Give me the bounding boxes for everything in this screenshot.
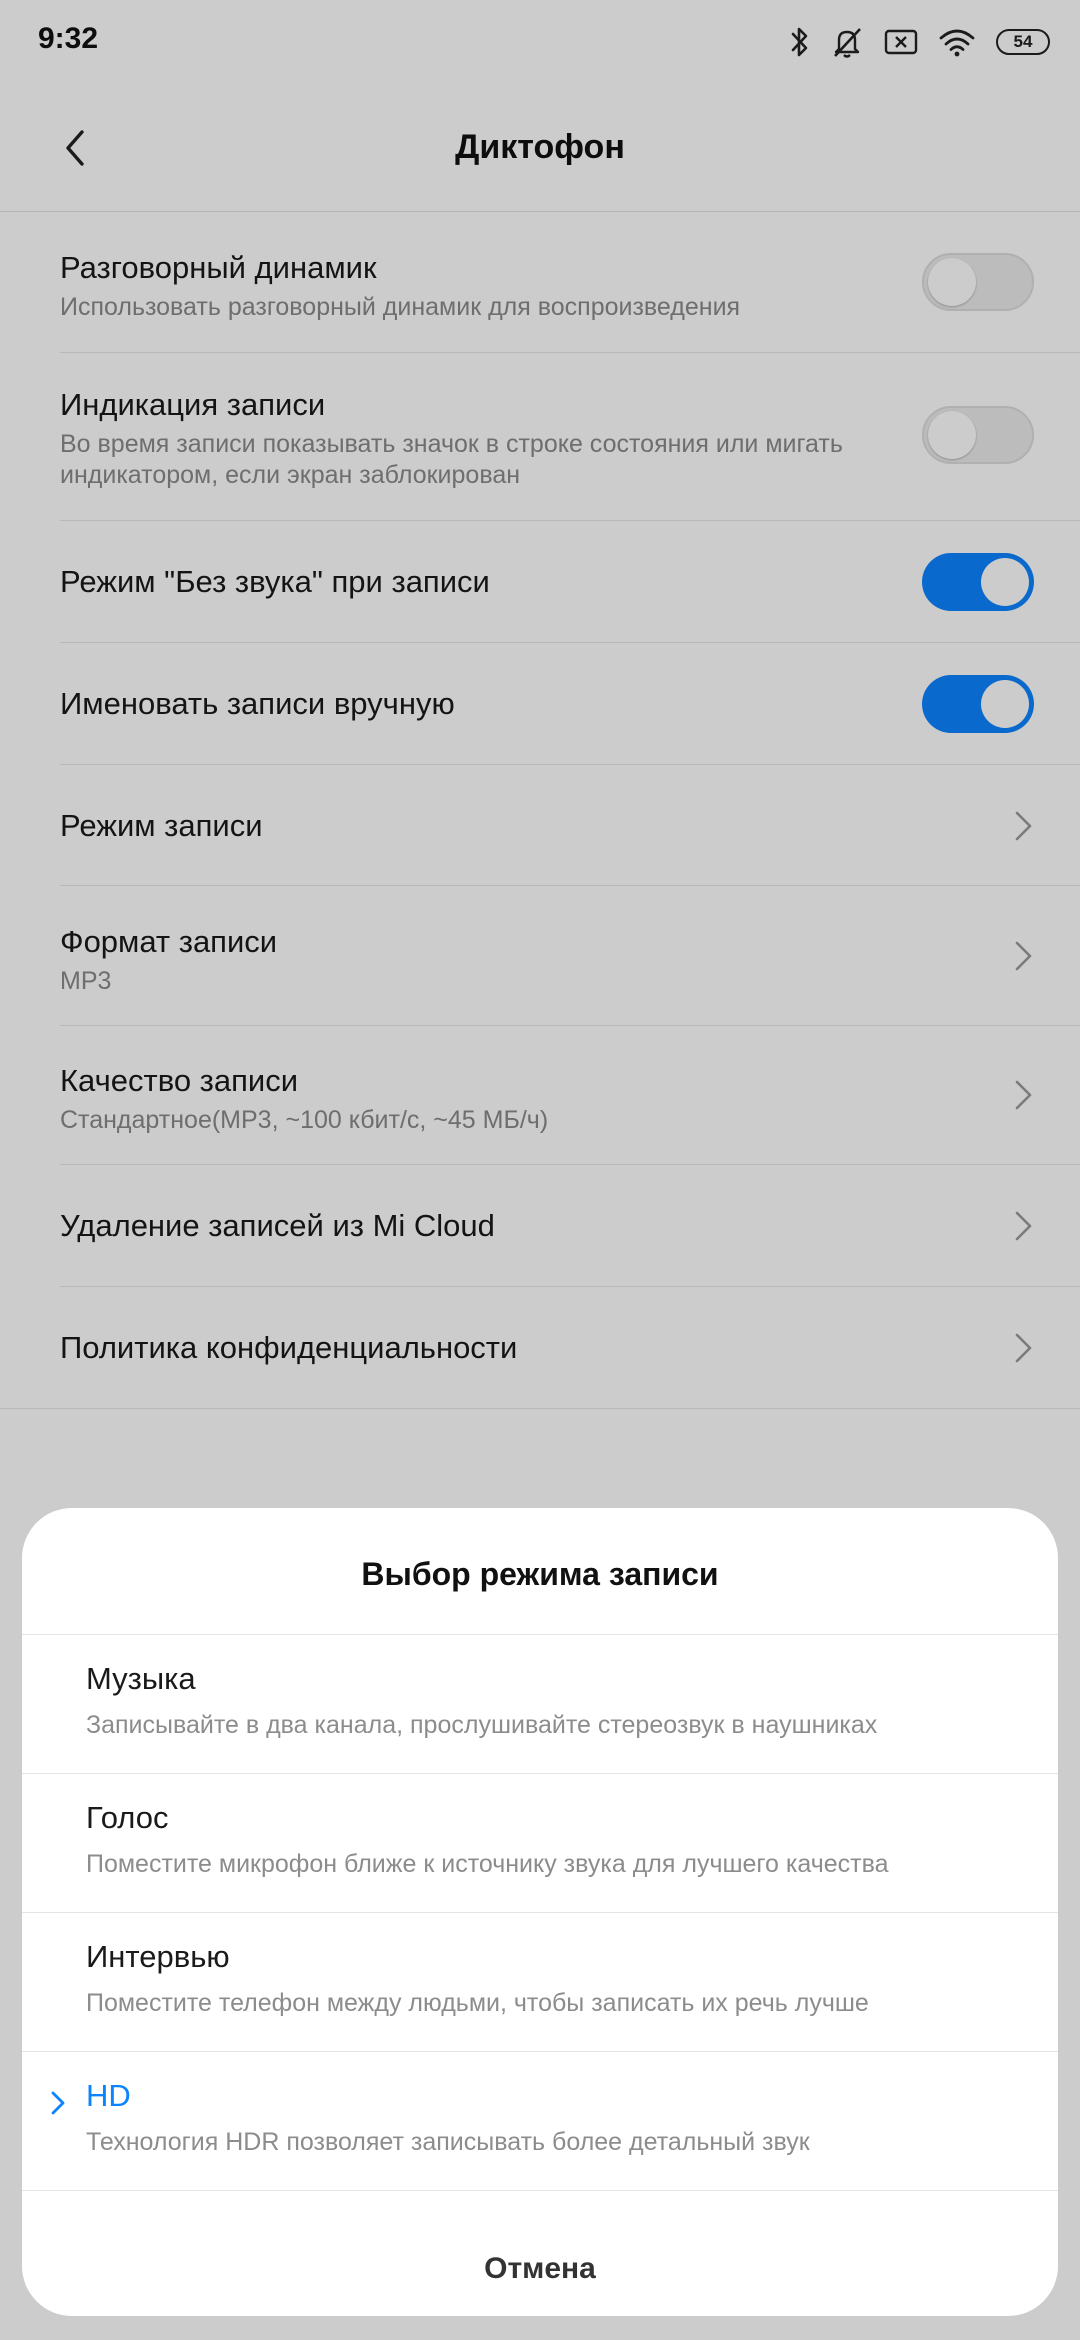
mode-option-hd[interactable]: HD Технология HDR позволяет записывать б… <box>22 2052 1058 2190</box>
option-title: HD <box>86 2078 131 2113</box>
selected-chevron-icon <box>51 2091 65 2115</box>
option-title: Голос <box>86 1800 169 1835</box>
mode-option-voice[interactable]: Голос Поместите микрофон ближе к источни… <box>22 1774 1058 1912</box>
mode-option-music[interactable]: Музыка Записывайте в два канала, прослуш… <box>22 1635 1058 1773</box>
option-subtitle: Поместите микрофон ближе к источнику зву… <box>86 1850 889 1878</box>
option-subtitle: Записывайте в два канала, прослушивайте … <box>86 1711 878 1739</box>
option-subtitle: Технология HDR позволяет записывать боле… <box>86 2128 810 2156</box>
option-title: Интервью <box>86 1939 230 1974</box>
sheet-title: Выбор режима записи <box>361 1556 719 1592</box>
settings-screen: 9:32 54 Диктофон Разговорный динамик Исп… <box>0 0 1080 2340</box>
cancel-label: Отмена <box>484 2252 596 2285</box>
record-mode-sheet: Выбор режима записи Музыка Записывайте в… <box>22 1508 1058 2316</box>
option-title: Музыка <box>86 1661 196 1696</box>
option-subtitle: Поместите телефон между людьми, чтобы за… <box>86 1989 869 2017</box>
mode-option-interview[interactable]: Интервью Поместите телефон между людьми,… <box>22 1913 1058 2051</box>
